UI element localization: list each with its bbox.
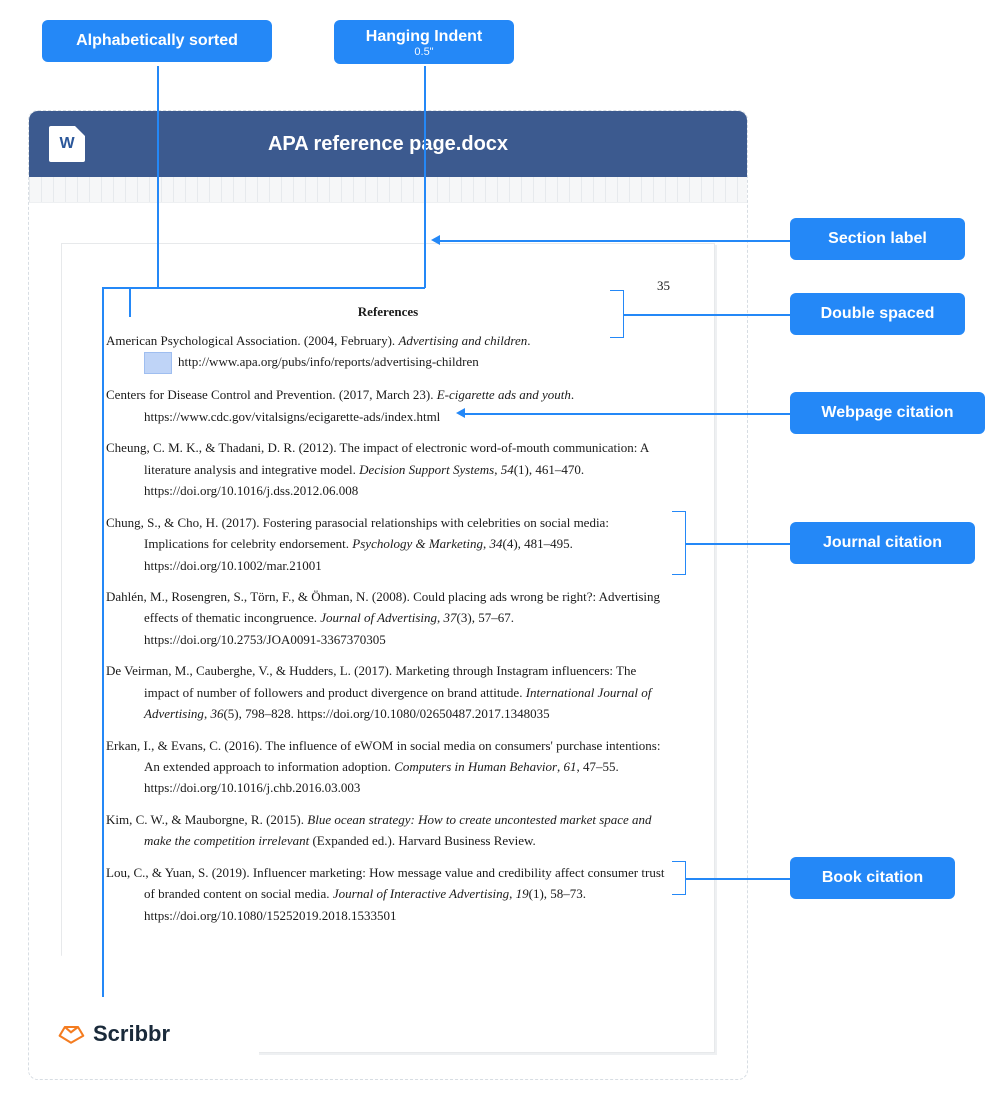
connector-line xyxy=(624,314,790,316)
reference-entry: Erkan, I., & Evans, C. (2016). The influ… xyxy=(106,735,670,799)
reference-entry: Dahlén, M., Rosengren, S., Törn, F., & Ö… xyxy=(106,586,670,650)
connector-line xyxy=(102,287,104,997)
reference-entry: Chung, S., & Cho, H. (2017). Fostering p… xyxy=(106,512,670,576)
connector-line xyxy=(465,413,790,415)
callout-section-label: Section label xyxy=(790,218,965,260)
document-title: APA reference page.docx xyxy=(85,133,747,156)
scribbr-icon xyxy=(57,1023,85,1045)
document-titlebar: W APA reference page.docx xyxy=(29,111,747,177)
callout-hanging-indent: Hanging Indent 0.5" xyxy=(334,20,514,64)
bracket xyxy=(610,290,624,338)
reference-entry: De Veirman, M., Cauberghe, V., & Hudders… xyxy=(106,660,670,724)
connector-line xyxy=(686,543,790,545)
connector-line xyxy=(424,66,426,288)
document-ruler xyxy=(29,177,747,203)
reference-entry: Lou, C., & Yuan, S. (2019). Influencer m… xyxy=(106,862,670,926)
reference-entry: Centers for Disease Control and Preventi… xyxy=(106,384,670,427)
scribbr-logo: Scribbr xyxy=(57,1021,170,1047)
document-window: W APA reference page.docx 35 References … xyxy=(28,110,748,1080)
document-page: 35 References American Psychological Ass… xyxy=(61,243,715,1053)
bracket xyxy=(672,511,686,575)
brand-name: Scribbr xyxy=(93,1021,170,1047)
callout-journal-citation: Journal citation xyxy=(790,522,975,564)
connector-line xyxy=(157,66,159,288)
callout-hanging-indent-sub: 0.5" xyxy=(356,46,492,58)
word-icon: W xyxy=(49,126,85,162)
page-number: 35 xyxy=(106,278,670,294)
callout-book-citation: Book citation xyxy=(790,857,955,899)
reference-entry: Cheung, C. M. K., & Thadani, D. R. (2012… xyxy=(106,437,670,501)
indent-highlight xyxy=(144,352,172,374)
connector-line xyxy=(129,287,131,317)
brand-corner: Scribbr xyxy=(29,989,259,1079)
callout-hanging-indent-label: Hanging Indent xyxy=(366,28,482,45)
callout-alphabetical: Alphabetically sorted xyxy=(42,20,272,62)
callout-double-spaced: Double spaced xyxy=(790,293,965,335)
connector-line xyxy=(129,287,425,289)
arrow-icon xyxy=(431,235,440,245)
reference-entry: American Psychological Association. (200… xyxy=(106,330,670,374)
connector-line xyxy=(440,240,790,242)
bracket xyxy=(672,861,686,895)
reference-entry: Kim, C. W., & Mauborgne, R. (2015). Blue… xyxy=(106,809,670,852)
callout-webpage-citation: Webpage citation xyxy=(790,392,985,434)
connector-line xyxy=(686,878,790,880)
arrow-icon xyxy=(456,408,465,418)
section-title: References xyxy=(106,304,670,320)
